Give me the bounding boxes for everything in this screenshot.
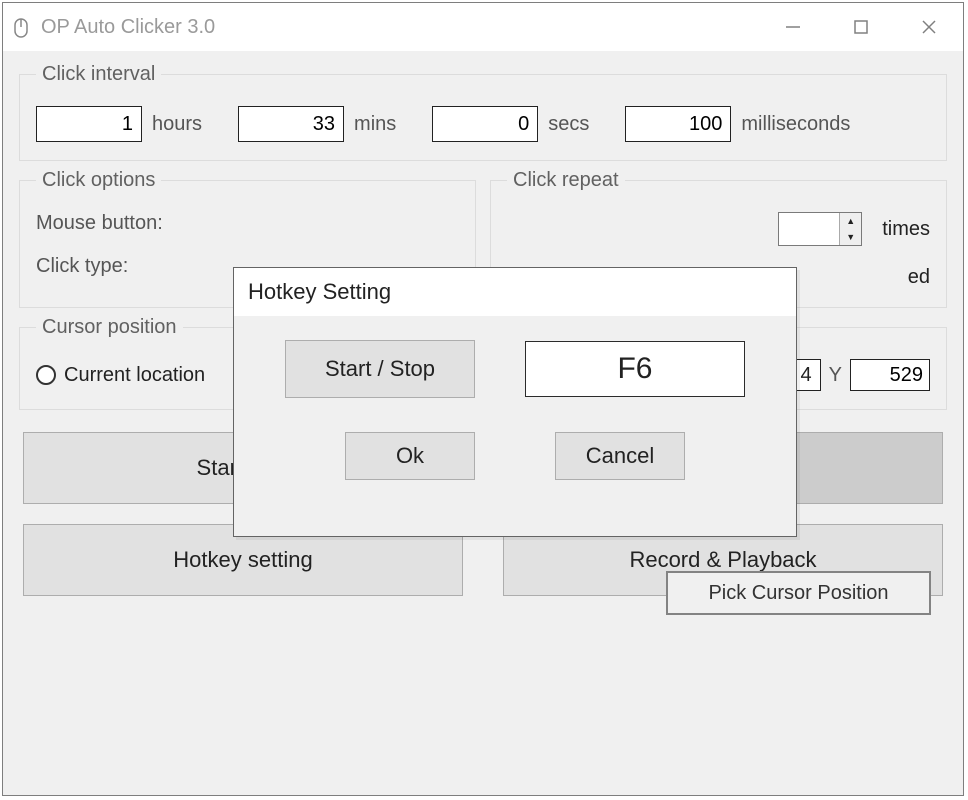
click-repeat-legend: Click repeat [507, 169, 625, 192]
mins-input[interactable] [238, 106, 344, 142]
spin-down-icon[interactable]: ▼ [840, 229, 861, 245]
maximize-button[interactable] [827, 3, 895, 51]
cursor-position-legend: Cursor position [36, 316, 183, 339]
pick-cursor-position-button[interactable]: Pick Cursor Position [666, 571, 931, 615]
minimize-button[interactable] [759, 3, 827, 51]
secs-input[interactable] [432, 106, 538, 142]
spin-up-icon[interactable]: ▲ [840, 213, 861, 229]
repeat-option-partial: ed [908, 266, 930, 289]
hours-label: hours [152, 113, 202, 136]
close-button[interactable] [895, 3, 963, 51]
y-input[interactable] [850, 359, 930, 391]
current-location-radio[interactable] [36, 365, 56, 385]
click-options-legend: Click options [36, 169, 161, 192]
hours-input[interactable] [36, 106, 142, 142]
ok-button[interactable]: Ok [345, 432, 475, 480]
main-window: OP Auto Clicker 3.0 Click interval hours… [2, 2, 964, 796]
window-title: OP Auto Clicker 3.0 [41, 16, 215, 39]
hotkey-value-field[interactable]: F6 [525, 341, 745, 397]
click-type-label: Click type: [36, 255, 196, 278]
times-label: times [882, 218, 930, 241]
secs-label: secs [548, 113, 589, 136]
hotkey-setting-dialog: Hotkey Setting Start / Stop F6 Ok Cancel [233, 267, 797, 537]
mins-label: mins [354, 113, 396, 136]
ms-label: milliseconds [741, 113, 850, 136]
startstop-hotkey-button[interactable]: Start / Stop [285, 340, 475, 398]
mouse-icon [13, 15, 29, 39]
click-interval-legend: Click interval [36, 63, 161, 86]
dialog-title: Hotkey Setting [234, 268, 796, 316]
titlebar: OP Auto Clicker 3.0 [3, 3, 963, 51]
y-label: Y [829, 364, 842, 387]
current-location-label: Current location [64, 364, 205, 387]
click-interval-group: Click interval hours mins secs milliseco… [19, 63, 947, 161]
repeat-times-input[interactable] [779, 213, 839, 245]
mouse-button-label: Mouse button: [36, 212, 196, 235]
cancel-button[interactable]: Cancel [555, 432, 685, 480]
ms-input[interactable] [625, 106, 731, 142]
repeat-times-spinner[interactable]: ▲ ▼ [778, 212, 862, 246]
